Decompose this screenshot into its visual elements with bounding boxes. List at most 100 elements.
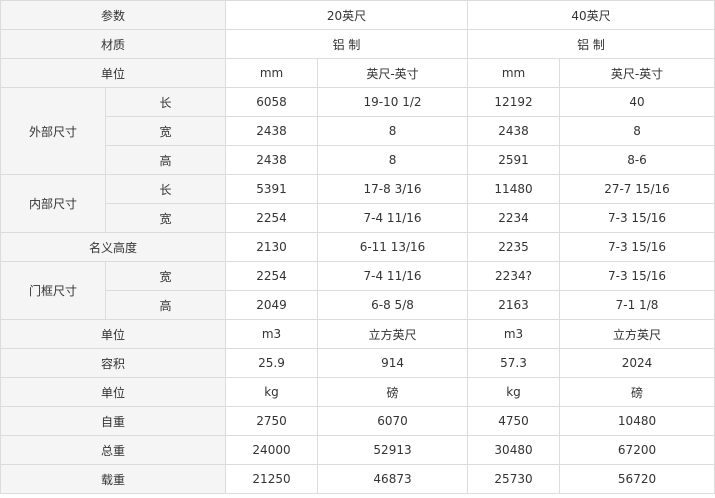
unit-label: 单位 (0, 319, 227, 349)
table-cell: 7-3 15/16 (559, 232, 715, 262)
table-row: 高 2438 8 2591 8-6 (1, 145, 715, 175)
table-cell: 2438 (467, 116, 561, 146)
unit-row-length: 单位 mm 英尺-英寸 mm 英尺-英寸 (0, 58, 715, 88)
table-cell: 2591 (467, 145, 561, 175)
table-cell: 8 (317, 145, 469, 175)
table-cell: 24000 (225, 435, 319, 465)
table-cell: 5391 (225, 174, 319, 204)
table-row: 名义高度 2130 6-11 13/16 2235 7-3 15/16 (0, 232, 715, 262)
unit-cell: 英尺-英寸 (317, 58, 469, 88)
unit-cell: 英尺-英寸 (559, 58, 715, 88)
table-cell: 19-10 1/2 (317, 87, 469, 117)
payload-label: 载重 (0, 464, 227, 494)
header-row: 参数 20英尺 40英尺 (0, 0, 715, 30)
row-sublabel: 宽 (104, 203, 227, 233)
table-cell: 6-11 13/16 (317, 232, 469, 262)
material-label: 材质 (0, 29, 227, 59)
table-cell: 7-1 1/8 (559, 290, 715, 320)
unit-cell: m3 (467, 319, 561, 349)
table-cell: 25.9 (225, 348, 319, 378)
unit-cell: kg (225, 377, 319, 407)
unit-label: 单位 (0, 58, 227, 88)
unit-row-weight: 单位 kg 磅 kg 磅 (0, 377, 715, 407)
table-cell: 2234 (467, 203, 561, 233)
table-cell: 2049 (225, 290, 319, 320)
table-cell: 12192 (467, 87, 561, 117)
header-20ft: 20英尺 (225, 0, 469, 30)
table-cell: 2254 (225, 203, 319, 233)
table-cell: 4750 (467, 406, 561, 436)
unit-cell: 磅 (559, 377, 715, 407)
table-cell: 7-3 15/16 (559, 203, 715, 233)
table-cell: 7-3 15/16 (559, 261, 715, 291)
unit-row-volume: 单位 m3 立方英尺 m3 立方英尺 (0, 319, 715, 349)
row-sublabel: 高 (104, 290, 227, 320)
table-row: 宽 2438 8 2438 8 (1, 116, 715, 146)
table-cell: 57.3 (467, 348, 561, 378)
gross-label: 总重 (0, 435, 227, 465)
door-dimensions-group: 门框尺寸 (0, 261, 106, 320)
row-sublabel: 高 (104, 145, 227, 175)
outer-dimensions-group: 外部尺寸 (0, 87, 106, 175)
header-param: 参数 (0, 0, 227, 30)
row-sublabel: 宽 (104, 261, 227, 291)
table-row: 宽 2254 7-4 11/16 2234 7-3 15/16 (1, 203, 715, 233)
unit-cell: mm (225, 58, 319, 88)
capacity-label: 容积 (0, 348, 227, 378)
material-row: 材质 铝 制 铝 制 (0, 29, 715, 59)
table-cell: 2024 (559, 348, 715, 378)
row-sublabel: 宽 (104, 116, 227, 146)
table-cell: 7-4 11/16 (317, 203, 469, 233)
table-cell: 2234? (467, 261, 561, 291)
table-cell: 67200 (559, 435, 715, 465)
table-row: 门框尺寸 宽 2254 7-4 11/16 2234? 7-3 15/16 (0, 261, 715, 320)
table-cell: 8 (559, 116, 715, 146)
table-cell: 7-4 11/16 (317, 261, 469, 291)
table-cell: 46873 (317, 464, 469, 494)
unit-cell: m3 (225, 319, 319, 349)
table-cell: 914 (317, 348, 469, 378)
nominal-height-label: 名义高度 (0, 232, 227, 262)
unit-cell: 立方英尺 (559, 319, 715, 349)
capacity-row: 容积 25.9 914 57.3 2024 (0, 348, 715, 378)
table-cell: 10480 (559, 406, 715, 436)
table-row: 内部尺寸 长 5391 17-8 3/16 11480 27-7 15/16 (0, 174, 715, 233)
table-cell: 6070 (317, 406, 469, 436)
table-cell: 2130 (225, 232, 319, 262)
table-cell: 30480 (467, 435, 561, 465)
table-cell: 21250 (225, 464, 319, 494)
container-spec-table: 参数 20英尺 40英尺 材质 铝 制 铝 制 单位 mm 英尺-英寸 mm 英… (0, 0, 715, 494)
unit-cell: mm (467, 58, 561, 88)
table-cell: 27-7 15/16 (559, 174, 715, 204)
table-cell: 8 (317, 116, 469, 146)
table-cell: 6058 (225, 87, 319, 117)
table-cell: 2438 (225, 116, 319, 146)
gross-weight-row: 总重 24000 52913 30480 67200 (0, 435, 715, 465)
tare-weight-row: 自重 2750 6070 4750 10480 (0, 406, 715, 436)
unit-cell: 立方英尺 (317, 319, 469, 349)
row-sublabel: 长 (104, 174, 227, 204)
material-20ft: 铝 制 (225, 29, 469, 59)
material-40ft: 铝 制 (467, 29, 715, 59)
table-cell: 11480 (467, 174, 561, 204)
table-row: 高 2049 6-8 5/8 2163 7-1 1/8 (1, 290, 715, 320)
table-cell: 2438 (225, 145, 319, 175)
row-sublabel: 长 (104, 87, 227, 117)
inner-dimensions-group: 内部尺寸 (0, 174, 106, 233)
table-cell: 17-8 3/16 (317, 174, 469, 204)
payload-row: 载重 21250 46873 25730 56720 (0, 464, 715, 494)
table-cell: 56720 (559, 464, 715, 494)
unit-cell: kg (467, 377, 561, 407)
table-cell: 8-6 (559, 145, 715, 175)
table-cell: 2750 (225, 406, 319, 436)
table-cell: 40 (559, 87, 715, 117)
tare-label: 自重 (0, 406, 227, 436)
table-cell: 2254 (225, 261, 319, 291)
unit-cell: 磅 (317, 377, 469, 407)
table-cell: 6-8 5/8 (317, 290, 469, 320)
table-cell: 25730 (467, 464, 561, 494)
table-cell: 52913 (317, 435, 469, 465)
table-cell: 2235 (467, 232, 561, 262)
table-cell: 2163 (467, 290, 561, 320)
unit-label: 单位 (0, 377, 227, 407)
